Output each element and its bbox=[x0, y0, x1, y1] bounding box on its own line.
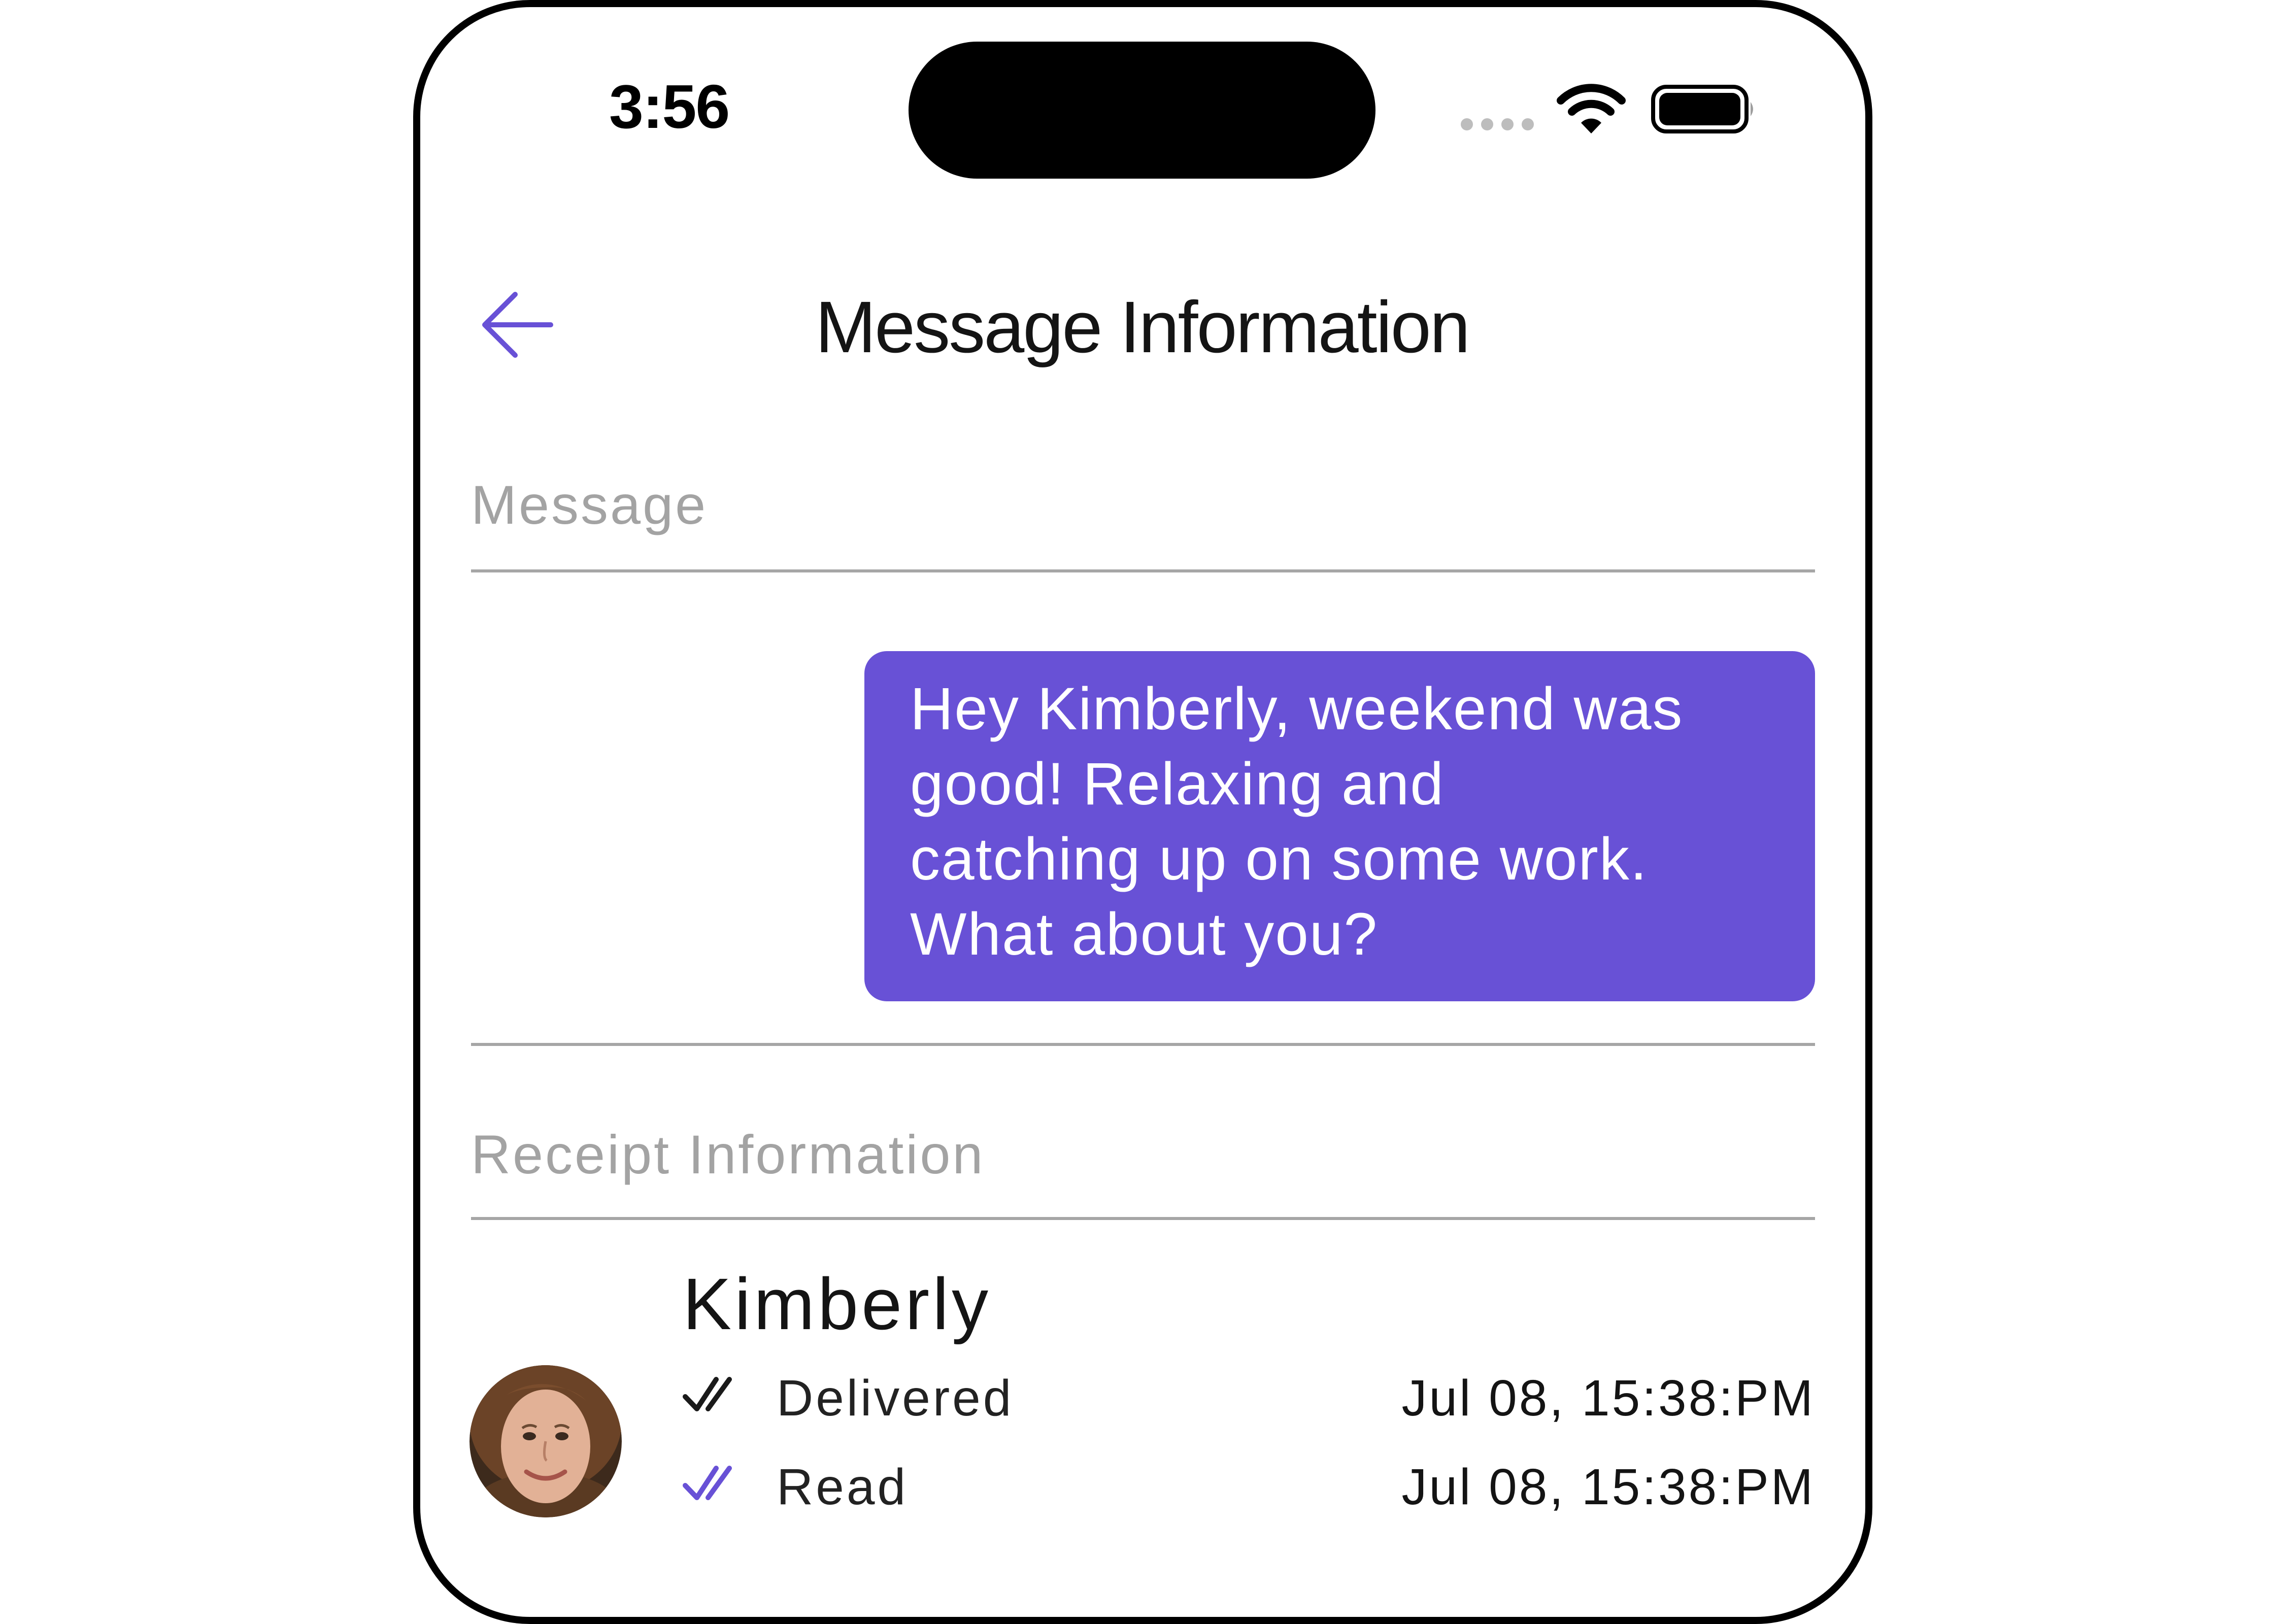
back-arrow-icon[interactable] bbox=[475, 284, 561, 365]
avatar[interactable] bbox=[469, 1365, 622, 1517]
receipt-section-label: Receipt Information bbox=[471, 1124, 985, 1185]
message-bubble[interactable]: Hey Kimberly, weekend was good! Relaxing… bbox=[864, 651, 1815, 1001]
double-check-icon bbox=[683, 1466, 732, 1500]
double-check-icon bbox=[683, 1377, 732, 1411]
read-label: Read bbox=[777, 1459, 909, 1515]
battery-icon bbox=[1651, 85, 1753, 133]
wifi-icon bbox=[1557, 84, 1626, 133]
read-time: Jul 08, 15:38:PM bbox=[1401, 1459, 1815, 1515]
divider bbox=[471, 1043, 1815, 1046]
recipient-name: Kimberly bbox=[683, 1263, 992, 1345]
message-section-label: Message bbox=[471, 474, 708, 535]
cellular-signal-icon bbox=[1461, 118, 1534, 130]
delivered-label: Delivered bbox=[777, 1370, 1014, 1427]
divider bbox=[471, 569, 1815, 572]
dynamic-island bbox=[909, 42, 1375, 179]
divider bbox=[471, 1217, 1815, 1220]
page-title: Message Information bbox=[815, 286, 1470, 368]
message-text: Hey Kimberly, weekend was good! Relaxing… bbox=[910, 675, 1684, 968]
status-time: 3:56 bbox=[609, 72, 730, 141]
delivered-time: Jul 08, 15:38:PM bbox=[1401, 1370, 1815, 1427]
